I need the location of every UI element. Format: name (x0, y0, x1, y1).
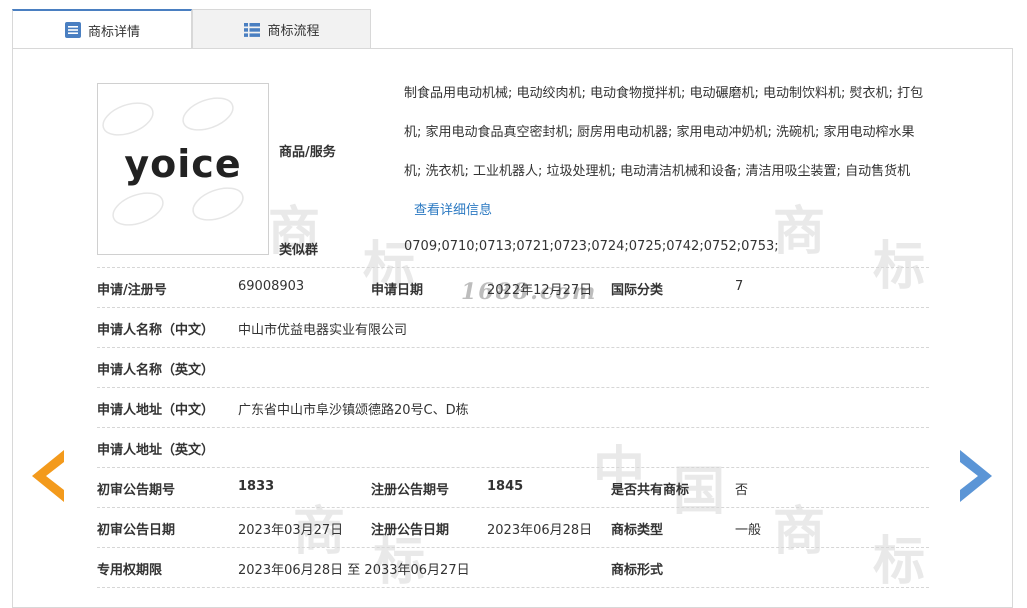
applicant-cn-value: 中山市优益电器实业有限公司 (238, 323, 408, 338)
trademark-detail-panel: 商 标 商 标 中 国 商 标 商 标 1688.com yoice 商品/服务… (12, 48, 1013, 608)
reg-date-label: 注册公告日期 (371, 523, 450, 538)
row-divider (97, 547, 929, 548)
similar-group-value: 0709;0710;0713;0721;0723;0724;0725;0742;… (404, 239, 779, 254)
goods-label: 商品/服务 (279, 145, 336, 160)
row-divider (97, 267, 929, 268)
logo-wordmark: yoice (124, 142, 242, 186)
watermark-char: 商 (773, 502, 826, 562)
watermark-char: 标 (873, 237, 926, 297)
applicant-cn-label: 申请人名称（中文） (97, 323, 215, 338)
goods-text: 制食品用电动机械; 电动绞肉机; 电动食物搅拌机; 电动碾磨机; 电动制饮料机;… (404, 86, 924, 179)
tab-trademark-process[interactable]: 商标流程 (192, 9, 371, 49)
tab-label: 商标详情 (87, 24, 140, 40)
prelim-issue-value: 1833 (238, 479, 275, 494)
prelim-date-value: 2023年03月27日 (238, 523, 344, 538)
applicant-en-label: 申请人名称（英文） (97, 363, 215, 378)
row-divider (97, 307, 929, 308)
trademark-image: yoice (97, 83, 269, 255)
goods-list: 制食品用电动机械; 电动绞肉机; 电动食物搅拌机; 电动碾磨机; 电动制饮料机;… (404, 74, 929, 230)
tm-type-value: 一般 (735, 523, 762, 538)
prelim-issue-label: 初审公告期号 (97, 483, 176, 498)
reg-no-value: 69008903 (238, 279, 305, 294)
view-details-link[interactable]: 查看详细信息 (414, 203, 492, 218)
similar-group-label: 类似群 (279, 243, 319, 258)
next-arrow-icon[interactable] (958, 450, 992, 502)
reg-no-label: 申请/注册号 (97, 283, 167, 298)
tab-trademark-details[interactable]: 商标详情 (12, 9, 192, 49)
row-divider (97, 507, 929, 508)
shared-label: 是否共有商标 (611, 483, 690, 498)
address-cn-value: 广东省中山市阜沙镇颂德路20号C、D栋 (238, 403, 469, 418)
exclusive-value: 2023年06月28日 至 2033年06月27日 (238, 563, 470, 578)
reg-date-value: 2023年06月28日 (487, 523, 593, 538)
tab-label: 商标流程 (267, 24, 320, 39)
address-en-label: 申请人地址（英文） (97, 443, 215, 458)
row-divider (97, 587, 929, 588)
reg-issue-value: 1845 (487, 479, 524, 494)
row-divider (97, 347, 929, 348)
tab-bar: 商标详情 商标流程 (12, 9, 1013, 49)
watermark-char: 标 (873, 532, 926, 592)
address-cn-label: 申请人地址（中文） (97, 403, 215, 418)
tm-type-label: 商标类型 (611, 523, 664, 538)
apply-date-value: 2022年12月27日 (487, 283, 593, 298)
list-icon (64, 21, 82, 39)
tm-form-label: 商标形式 (611, 563, 664, 578)
intl-class-label: 国际分类 (611, 283, 664, 298)
apply-date-label: 申请日期 (371, 283, 424, 298)
intl-class-value: 7 (735, 279, 744, 294)
shared-value: 否 (735, 483, 749, 498)
grid-icon (243, 21, 261, 39)
prelim-date-label: 初审公告日期 (97, 523, 176, 538)
exclusive-label: 专用权期限 (97, 563, 163, 578)
row-divider (97, 387, 929, 388)
reg-issue-label: 注册公告期号 (371, 483, 450, 498)
row-divider (97, 427, 929, 428)
row-divider (97, 467, 929, 468)
prev-arrow-icon[interactable] (32, 450, 66, 502)
